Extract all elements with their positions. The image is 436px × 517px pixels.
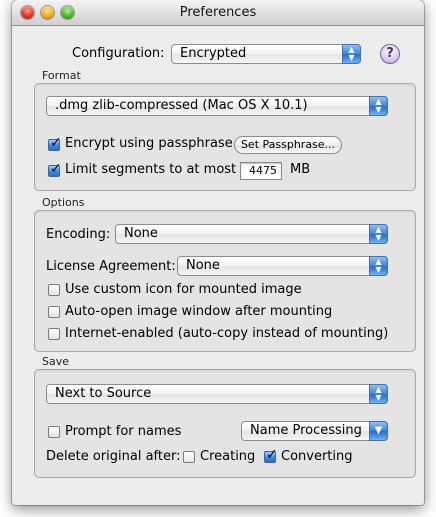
format-type-value: .dmg zlib-compressed (Mac OS X 10.1)	[55, 98, 308, 113]
help-button[interactable]: ?	[380, 44, 400, 64]
checkmark-icon: ✓	[50, 135, 62, 151]
creating-checkbox[interactable]	[183, 451, 195, 463]
encoding-value: None	[124, 226, 158, 241]
limit-segments-label: Limit segments to at most	[65, 162, 237, 177]
set-passphrase-button[interactable]: Set Passphrase...	[234, 136, 342, 154]
internet-enabled-checkbox[interactable]	[48, 328, 60, 340]
converting-label: Converting	[281, 449, 353, 464]
license-popup[interactable]: None ▲ ▼	[177, 256, 388, 276]
help-icon: ?	[386, 46, 394, 61]
save-location-popup[interactable]: Next to Source ▲ ▼	[46, 384, 388, 404]
format-type-popup[interactable]: .dmg zlib-compressed (Mac OS X 10.1) ▲ ▼	[46, 96, 388, 116]
popup-arrows-icon: ▲ ▼	[369, 256, 388, 276]
configuration-value: Encrypted	[180, 46, 247, 61]
title-bar[interactable]: Preferences	[12, 0, 424, 26]
configuration-label: Configuration:	[72, 46, 165, 61]
limit-segments-checkbox[interactable]: ✓	[48, 161, 62, 177]
checkmark-icon: ✓	[50, 161, 62, 177]
prompt-names-checkbox[interactable]	[48, 426, 60, 438]
custom-icon-checkbox[interactable]	[48, 284, 60, 296]
chevron-down-icon: ▼	[369, 421, 388, 441]
checkmark-icon: ✓	[266, 447, 278, 463]
license-label: License Agreement:	[46, 259, 176, 274]
popup-arrows-icon: ▲ ▼	[369, 384, 388, 404]
converting-checkbox[interactable]: ✓	[264, 447, 278, 463]
auto-open-label: Auto-open image window after mounting	[65, 304, 333, 319]
creating-label: Creating	[200, 449, 256, 464]
segment-size-unit: MB	[290, 162, 311, 177]
popup-arrows-icon: ▲ ▼	[342, 44, 361, 64]
encrypt-checkbox[interactable]: ✓	[48, 135, 62, 151]
custom-icon-label: Use custom icon for mounted image	[65, 282, 302, 297]
name-processing-popup[interactable]: Name Processing ▼	[241, 421, 388, 441]
prompt-names-label: Prompt for names	[65, 424, 182, 439]
internet-enabled-label: Internet-enabled (auto-copy instead of m…	[65, 326, 389, 341]
preferences-window: Preferences Configuration: Encrypted ▲ ▼ …	[12, 0, 424, 505]
license-value: None	[186, 258, 220, 273]
delete-original-label: Delete original after:	[46, 449, 181, 464]
encoding-label: Encoding:	[46, 227, 111, 242]
save-section-label: Save	[42, 355, 70, 368]
encoding-popup[interactable]: None ▲ ▼	[115, 224, 388, 244]
options-section-label: Options	[42, 196, 85, 209]
format-section-label: Format	[42, 69, 81, 82]
popup-arrows-icon: ▲ ▼	[369, 96, 388, 116]
auto-open-checkbox[interactable]	[48, 306, 60, 318]
name-processing-value: Name Processing	[250, 423, 362, 438]
popup-arrows-icon: ▲ ▼	[369, 224, 388, 244]
encrypt-label: Encrypt using passphrase	[65, 136, 233, 151]
window-title: Preferences	[179, 5, 257, 20]
segment-size-field[interactable]: 4475	[240, 162, 282, 180]
configuration-popup[interactable]: Encrypted ▲ ▼	[171, 44, 361, 64]
save-location-value: Next to Source	[55, 386, 152, 401]
